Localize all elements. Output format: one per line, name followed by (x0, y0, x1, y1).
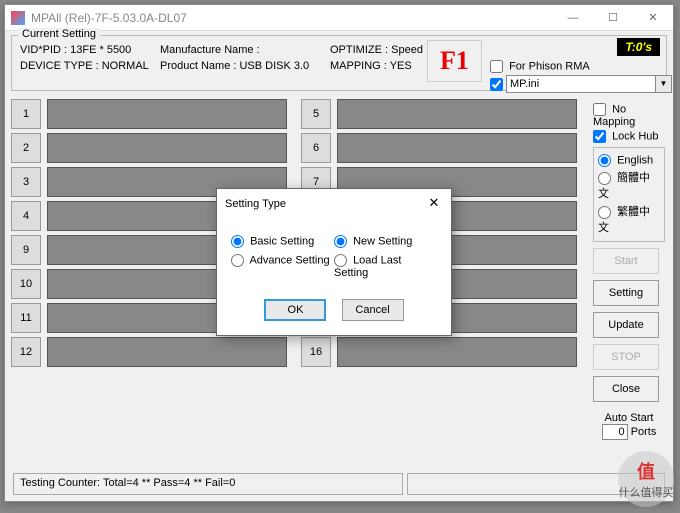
new-setting-radio[interactable]: New Setting (334, 235, 437, 248)
slot-row: 1 (11, 99, 287, 129)
update-button[interactable]: Update (593, 312, 659, 338)
mpini-checkbox[interactable] (490, 78, 503, 91)
for-phison-checkbox[interactable]: For Phison RMA (490, 60, 658, 73)
autostart-label: Auto Start (593, 412, 665, 424)
minimize-button[interactable]: — (553, 5, 593, 31)
slot-box-6[interactable] (337, 133, 577, 163)
no-mapping-checkbox[interactable]: No Mapping (593, 103, 665, 128)
vidpid-value: 13FE * 5500 (70, 44, 131, 56)
slot-number-5[interactable]: 5 (301, 99, 331, 129)
autostart-group: Auto Start Ports (593, 412, 665, 440)
devtype-label: DEVICE TYPE : (20, 60, 99, 72)
autostart-suffix: Ports (631, 426, 657, 438)
map-label: MAPPING : (330, 60, 387, 72)
autostart-input[interactable] (602, 424, 628, 440)
opt-label: OPTIMIZE : (330, 44, 388, 56)
stop-button[interactable]: STOP (593, 344, 659, 370)
lang-tc-radio[interactable]: 繁體中文 (598, 203, 660, 235)
watermark: 值 什么值得买 (618, 451, 674, 507)
window-close-button[interactable]: ✕ (633, 5, 673, 31)
opt-value: Speed (391, 44, 423, 56)
current-setting-group: Current Setting VID*PID : 13FE * 5500 Ma… (11, 35, 667, 91)
testing-counter: Testing Counter: Total=4 ** Pass=4 ** Fa… (13, 473, 403, 495)
slot-box-5[interactable] (337, 99, 577, 129)
mfg-label: Manufacture Name : (160, 44, 260, 56)
slot-number-2[interactable]: 2 (11, 133, 41, 163)
slot-number-9[interactable]: 9 (11, 235, 41, 265)
mpini-row: ▼ (490, 75, 658, 93)
slot-number-3[interactable]: 3 (11, 167, 41, 197)
slot-number-10[interactable]: 10 (11, 269, 41, 299)
map-value: YES (390, 60, 412, 72)
footer: Testing Counter: Total=4 ** Pass=4 ** Fa… (13, 473, 665, 495)
slot-number-11[interactable]: 11 (11, 303, 41, 333)
mpini-combo[interactable] (506, 75, 656, 93)
slot-box-1[interactable] (47, 99, 287, 129)
slot-row: 16 (301, 337, 577, 367)
slot-row: 5 (301, 99, 577, 129)
prod-value: USB DISK 3.0 (239, 60, 309, 72)
slot-box-16[interactable] (337, 337, 577, 367)
cancel-button[interactable]: Cancel (342, 299, 404, 321)
slot-row: 2 (11, 133, 287, 163)
lang-sc-radio[interactable]: 簡體中文 (598, 169, 660, 201)
advance-setting-radio[interactable]: Advance Setting (231, 254, 334, 267)
timer-badge: T:0's (617, 38, 660, 56)
vidpid-label: VID*PID : (20, 44, 67, 56)
chevron-down-icon[interactable]: ▼ (656, 75, 672, 93)
devtype-value: NORMAL (102, 60, 149, 72)
slot-box-2[interactable] (47, 133, 287, 163)
basic-setting-radio[interactable]: Basic Setting (231, 235, 334, 248)
current-setting-legend: Current Setting (18, 28, 100, 40)
ok-button[interactable]: OK (264, 299, 326, 321)
lock-hub-checkbox[interactable]: Lock Hub (593, 130, 665, 143)
lang-english-radio[interactable]: English (598, 154, 660, 167)
start-button[interactable]: Start (593, 248, 659, 274)
close-button[interactable]: Close (593, 376, 659, 402)
side-panel: No Mapping Lock Hub English 簡體中文 繁體中文 St… (593, 101, 665, 440)
titlebar[interactable]: MPAll (Rel)-7F-5.03.0A-DL07 — ☐ ✕ (5, 5, 673, 31)
slot-number-12[interactable]: 12 (11, 337, 41, 367)
slot-row: 12 (11, 337, 287, 367)
load-last-setting-radio[interactable]: Load Last Setting (334, 254, 437, 279)
prod-label: Product Name : (160, 60, 236, 72)
slot-number-6[interactable]: 6 (301, 133, 331, 163)
setting-type-dialog: Setting Type ✕ Basic Setting Advance Set… (216, 188, 452, 336)
dialog-close-button[interactable]: ✕ (425, 195, 443, 213)
app-icon (11, 11, 25, 25)
slot-number-1[interactable]: 1 (11, 99, 41, 129)
slot-row: 6 (301, 133, 577, 163)
slot-box-12[interactable] (47, 337, 287, 367)
dialog-title: Setting Type (225, 198, 425, 210)
setting-button[interactable]: Setting (593, 280, 659, 306)
window-title: MPAll (Rel)-7F-5.03.0A-DL07 (31, 11, 553, 25)
f1-indicator: F1 (427, 40, 482, 82)
maximize-button[interactable]: ☐ (593, 5, 633, 31)
slot-number-4[interactable]: 4 (11, 201, 41, 231)
slot-number-16[interactable]: 16 (301, 337, 331, 367)
